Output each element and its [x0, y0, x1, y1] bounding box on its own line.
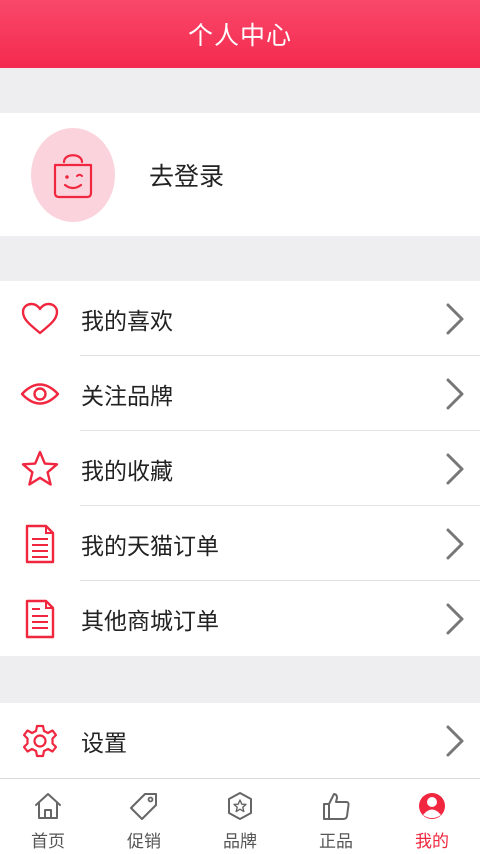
menu-list: 我的喜欢 关注品牌 我的收藏 我的天猫订单 其他商城订单 — [0, 281, 480, 656]
menu-item-my-likes[interactable]: 我的喜欢 — [0, 281, 480, 356]
menu-item-label: 关注品牌 — [81, 383, 173, 410]
brand-badge-icon — [225, 790, 255, 822]
chevron-right-icon — [446, 453, 464, 484]
home-icon — [33, 790, 63, 822]
menu-item-followed-brands[interactable]: 关注品牌 — [0, 356, 480, 431]
menu-item-label: 我的收藏 — [81, 458, 173, 485]
menu-item-other-mall-orders[interactable]: 其他商城订单 — [0, 581, 480, 656]
app-header: 个人中心 — [0, 0, 480, 68]
menu-item-label: 我的喜欢 — [81, 308, 173, 335]
menu-item-tmall-orders[interactable]: 我的天猫订单 — [0, 506, 480, 581]
chevron-right-icon — [446, 603, 464, 634]
eye-icon — [20, 374, 60, 414]
thumbs-up-icon — [321, 790, 351, 822]
tag-icon — [129, 790, 159, 822]
avatar[interactable] — [31, 127, 115, 222]
tab-label: 品牌 — [223, 832, 257, 852]
login-card[interactable]: 去登录 — [0, 113, 480, 236]
menu-item-settings[interactable]: 设置 — [0, 703, 480, 778]
bottom-tab-bar: 首页 促销 品牌 正品 我的 — [0, 778, 480, 854]
chevron-right-icon — [446, 528, 464, 559]
gear-icon — [20, 721, 60, 761]
document-icon — [20, 599, 60, 639]
chevron-right-icon — [446, 303, 464, 334]
tab-label: 首页 — [31, 832, 65, 852]
heart-icon — [20, 299, 60, 339]
menu-item-my-favorites[interactable]: 我的收藏 — [0, 431, 480, 506]
user-icon — [417, 790, 447, 822]
shopping-bag-smile-icon — [53, 153, 93, 198]
settings-section: 设置 — [0, 703, 480, 778]
tab-authentic[interactable]: 正品 — [288, 779, 384, 854]
tab-label: 我的 — [415, 832, 449, 852]
menu-item-label: 我的天猫订单 — [81, 533, 219, 560]
tab-home[interactable]: 首页 — [0, 779, 96, 854]
login-button-label[interactable]: 去登录 — [149, 157, 224, 193]
document-icon — [20, 524, 60, 564]
tab-label: 促销 — [127, 832, 161, 852]
chevron-right-icon — [446, 725, 464, 756]
tab-brands[interactable]: 品牌 — [192, 779, 288, 854]
menu-item-label: 其他商城订单 — [81, 608, 219, 635]
star-icon — [20, 449, 60, 489]
tab-promotions[interactable]: 促销 — [96, 779, 192, 854]
menu-item-label: 设置 — [81, 730, 127, 757]
tab-mine[interactable]: 我的 — [384, 779, 480, 854]
page-title: 个人中心 — [187, 21, 292, 50]
chevron-right-icon — [446, 378, 464, 409]
tab-label: 正品 — [319, 832, 353, 852]
